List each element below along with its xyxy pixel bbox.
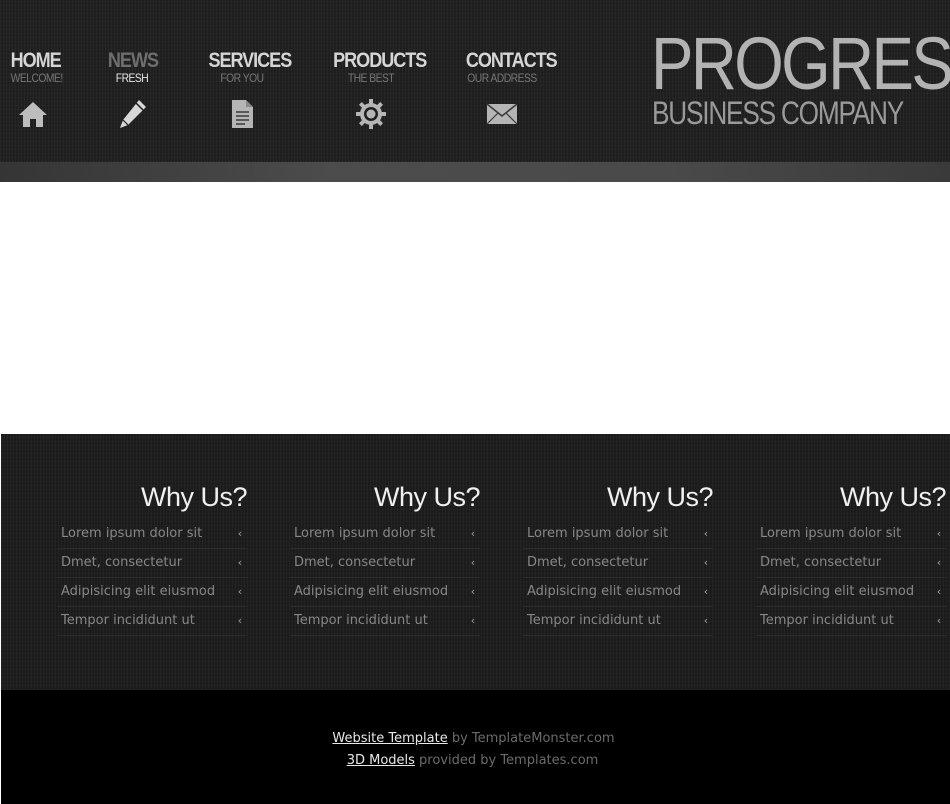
chevron-left-icon: ‹	[470, 614, 476, 627]
why-item-text: Dmet, consectetur	[61, 555, 183, 570]
nav-subtitle: OUR ADDRESS	[467, 71, 537, 85]
why-item-text: Dmet, consectetur	[760, 555, 882, 570]
chevron-left-icon: ‹	[936, 527, 942, 540]
why-item-text: Dmet, consectetur	[527, 555, 649, 570]
footer-credits: Website Template by TemplateMonster.com …	[1, 728, 950, 772]
why-list-item[interactable]: Tempor incididunt ut ‹	[57, 607, 247, 636]
why-column: Why Us? Lorem ipsum dolor sit ‹ Dmet, con…	[290, 480, 481, 636]
why-list-item[interactable]: Dmet, consectetur ‹	[57, 549, 247, 578]
why-list-item[interactable]: Lorem ipsum dolor sit ‹	[756, 520, 946, 549]
nav-subtitle: THE BEST	[347, 71, 395, 85]
why-item-text: Tempor incididunt ut	[294, 613, 428, 628]
envelope-icon	[485, 97, 519, 131]
nav-subtitle: FRESH	[115, 71, 149, 85]
pencil-icon	[115, 97, 149, 131]
why-list-item[interactable]: Adipisicing elit eiusmod ‹	[290, 578, 480, 607]
why-list-item[interactable]: Lorem ipsum dolor sit ‹	[57, 520, 247, 549]
site-header: HOME WELCOME! NEWS FRESH SERVICES FOR YO…	[0, 0, 950, 162]
why-title: Why Us?	[839, 482, 947, 512]
why-item-text: Lorem ipsum dolor sit	[760, 526, 902, 541]
why-column: Why Us? Lorem ipsum dolor sit ‹ Dmet, con…	[756, 480, 947, 636]
nav-subtitle: WELCOME!	[10, 71, 64, 85]
nav-item-home[interactable]: HOME WELCOME!	[7, 49, 64, 127]
nav-title: HOME	[10, 49, 62, 72]
why-item-text: Adipisicing elit eiusmod	[760, 584, 915, 599]
why-title: Why Us?	[140, 482, 248, 512]
why-item-text: Lorem ipsum dolor sit	[61, 526, 203, 541]
why-list-item[interactable]: Dmet, consectetur ‹	[523, 549, 713, 578]
why-list-item[interactable]: Adipisicing elit eiusmod ‹	[523, 578, 713, 607]
why-item-text: Tempor incididunt ut	[760, 613, 894, 628]
why-title: Why Us?	[606, 482, 714, 512]
chevron-left-icon: ‹	[237, 527, 243, 540]
why-list: Lorem ipsum dolor sit ‹ Dmet, consectetur…	[756, 520, 946, 636]
footer-line: 3D Models provided by Templates.com	[0, 750, 947, 772]
why-list-item[interactable]: Tempor incididunt ut ‹	[756, 607, 946, 636]
nav-title: SERVICES	[208, 49, 292, 72]
chevron-left-icon: ‹	[470, 585, 476, 598]
why-list-item[interactable]: Tempor incididunt ut ‹	[290, 607, 480, 636]
main-content	[0, 182, 950, 434]
why-list-item[interactable]: Dmet, consectetur ‹	[756, 549, 946, 578]
chevron-left-icon: ‹	[237, 614, 243, 627]
nav-item-products[interactable]: PRODUCTS THE BEST	[327, 49, 427, 129]
main-nav: HOME WELCOME! NEWS FRESH SERVICES FOR YO…	[0, 0, 560, 162]
chevron-left-icon: ‹	[237, 585, 243, 598]
home-icon	[16, 97, 50, 131]
why-list: Lorem ipsum dolor sit ‹ Dmet, consectetur…	[523, 520, 713, 636]
why-column: Why Us? Lorem ipsum dolor sit ‹ Dmet, con…	[57, 480, 248, 636]
footer-text: provided by Templates.com	[414, 753, 599, 768]
chevron-left-icon: ‹	[703, 614, 709, 627]
why-list-item[interactable]: Adipisicing elit eiusmod ‹	[57, 578, 247, 607]
logo-title: PROGRESS	[651, 22, 950, 105]
nav-item-news[interactable]: NEWS FRESH	[104, 49, 160, 128]
chevron-left-icon: ‹	[936, 585, 942, 598]
why-list: Lorem ipsum dolor sit ‹ Dmet, consectetur…	[57, 520, 247, 636]
footer-text: by TemplateMonster.com	[447, 731, 615, 746]
why-item-text: Adipisicing elit eiusmod	[294, 584, 449, 599]
why-list-item[interactable]: Lorem ipsum dolor sit ‹	[290, 520, 480, 549]
chevron-left-icon: ‹	[703, 585, 709, 598]
why-item-text: Adipisicing elit eiusmod	[527, 584, 682, 599]
chevron-left-icon: ‹	[237, 556, 243, 569]
why-title: Why Us?	[373, 482, 481, 512]
why-us-section: Why Us? Lorem ipsum dolor sit ‹ Dmet, con…	[1, 434, 950, 690]
gear-icon	[354, 97, 388, 131]
chevron-left-icon: ‹	[470, 527, 476, 540]
nav-item-services[interactable]: SERVICES FOR YOU	[203, 49, 292, 128]
why-item-text: Lorem ipsum dolor sit	[294, 526, 436, 541]
why-list-item[interactable]: Lorem ipsum dolor sit ‹	[523, 520, 713, 549]
why-list: Lorem ipsum dolor sit ‹ Dmet, consectetur…	[290, 520, 480, 636]
chevron-left-icon: ‹	[936, 556, 942, 569]
why-item-text: Lorem ipsum dolor sit	[527, 526, 669, 541]
website-template-link[interactable]: Website Template	[332, 731, 447, 746]
nav-title: CONTACTS	[465, 49, 558, 72]
why-item-text: Tempor incididunt ut	[61, 613, 195, 628]
chevron-left-icon: ‹	[703, 556, 709, 569]
why-column: Why Us? Lorem ipsum dolor sit ‹ Dmet, con…	[523, 480, 714, 636]
site-footer: Website Template by TemplateMonster.com …	[1, 690, 950, 804]
site-logo[interactable]: PROGRESS BUSINESS COMPANY	[651, 27, 950, 137]
nav-title: PRODUCTS	[333, 49, 427, 72]
chevron-left-icon: ‹	[703, 527, 709, 540]
footer-line: Website Template by TemplateMonster.com	[0, 728, 948, 750]
nav-subtitle: FOR YOU	[220, 71, 264, 85]
nav-title: NEWS	[107, 49, 159, 72]
header-divider-strip	[0, 162, 950, 182]
why-list-item[interactable]: Adipisicing elit eiusmod ‹	[756, 578, 946, 607]
chevron-left-icon: ‹	[936, 614, 942, 627]
document-icon	[225, 97, 259, 131]
why-list-item[interactable]: Dmet, consectetur ‹	[290, 549, 480, 578]
why-item-text: Tempor incididunt ut	[527, 613, 661, 628]
logo-subtitle: BUSINESS COMPANY	[652, 95, 904, 131]
why-item-text: Adipisicing elit eiusmod	[61, 584, 216, 599]
nav-item-contacts[interactable]: CONTACTS OUR ADDRESS	[460, 49, 558, 125]
3d-models-link[interactable]: 3D Models	[347, 753, 415, 768]
why-item-text: Dmet, consectetur	[294, 555, 416, 570]
why-list-item[interactable]: Tempor incididunt ut ‹	[523, 607, 713, 636]
chevron-left-icon: ‹	[470, 556, 476, 569]
